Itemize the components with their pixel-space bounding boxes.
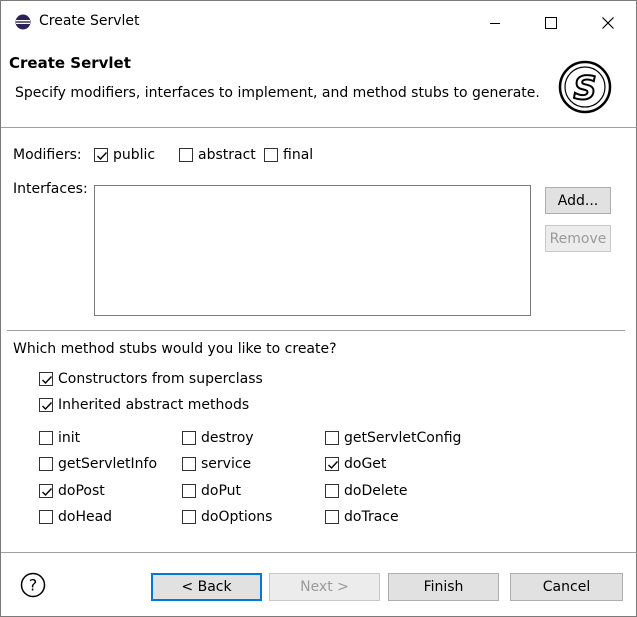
dohead-checkbox[interactable] [39,510,53,524]
close-button[interactable] [586,7,630,39]
dodelete-label[interactable]: doDelete [344,483,407,499]
help-icon: ? [20,572,46,598]
dooptions-checkbox[interactable] [182,510,196,524]
finish-button[interactable]: Finish [388,573,499,601]
checkmark-icon [328,461,339,470]
doget-label[interactable]: doGet [344,456,386,472]
checkmark-icon [42,488,53,497]
interfaces-list[interactable] [94,185,531,316]
init-label[interactable]: init [58,430,80,446]
dohead-label[interactable]: doHead [58,509,112,525]
getservletinfo-checkbox[interactable] [39,457,53,471]
eclipse-icon [15,14,31,30]
destroy-checkbox[interactable] [182,431,196,445]
maximize-icon [545,17,557,29]
dopost-checkbox[interactable] [39,484,53,498]
page-description: Specify modifiers, interfaces to impleme… [15,85,540,101]
dotrace-label[interactable]: doTrace [344,509,399,525]
svg-text:?: ? [29,576,38,595]
minimize-button[interactable] [473,7,517,39]
create-servlet-window: Create Servlet Create Servlet Specify mo… [0,0,637,617]
checkmark-icon [97,152,108,161]
remove-interface-button[interactable]: Remove [545,225,611,252]
service-checkbox[interactable] [182,457,196,471]
maximize-button[interactable] [529,7,573,39]
logo-letter: S [573,69,596,107]
dotrace-checkbox[interactable] [325,510,339,524]
getservletconfig-label[interactable]: getServletConfig [344,430,461,446]
final-label[interactable]: final [283,147,313,163]
dodelete-checkbox[interactable] [325,484,339,498]
checkmark-icon [42,402,53,411]
final-checkbox[interactable] [264,148,278,162]
stubs-question: Which method stubs would you like to cre… [13,341,337,357]
next-button[interactable]: Next > [269,573,380,601]
doput-label[interactable]: doPut [201,483,241,499]
wizard-banner: Create Servlet Specify modifiers, interf… [1,45,636,128]
doget-checkbox[interactable] [325,457,339,471]
inherited-abstract-label[interactable]: Inherited abstract methods [58,397,249,413]
doput-checkbox[interactable] [182,484,196,498]
getservletinfo-label[interactable]: getServletInfo [58,456,157,472]
cancel-button[interactable]: Cancel [510,573,623,601]
section-divider [7,330,625,331]
init-checkbox[interactable] [39,431,53,445]
window-title: Create Servlet [39,13,140,29]
interfaces-label: Interfaces: [13,181,88,197]
constructors-label[interactable]: Constructors from superclass [58,371,263,387]
abstract-label[interactable]: abstract [198,147,256,163]
add-interface-button[interactable]: Add... [545,187,611,214]
constructors-checkbox[interactable] [39,372,53,386]
checkmark-icon [42,376,53,385]
dopost-label[interactable]: doPost [58,483,105,499]
public-label[interactable]: public [113,147,155,163]
modifiers-label: Modifiers: [13,147,82,163]
title-bar: Create Servlet [1,1,636,45]
inherited-abstract-checkbox[interactable] [39,398,53,412]
close-icon [602,17,614,29]
public-checkbox[interactable] [94,148,108,162]
page-title: Create Servlet [9,54,131,72]
back-button[interactable]: < Back [151,573,262,601]
dooptions-label[interactable]: doOptions [201,509,272,525]
getservletconfig-checkbox[interactable] [325,431,339,445]
footer-divider [1,552,636,553]
minimize-icon [490,23,500,24]
abstract-checkbox[interactable] [179,148,193,162]
help-button[interactable]: ? [20,572,46,598]
service-label[interactable]: service [201,456,251,472]
destroy-label[interactable]: destroy [201,430,254,446]
servlet-logo-icon: S [557,59,613,115]
